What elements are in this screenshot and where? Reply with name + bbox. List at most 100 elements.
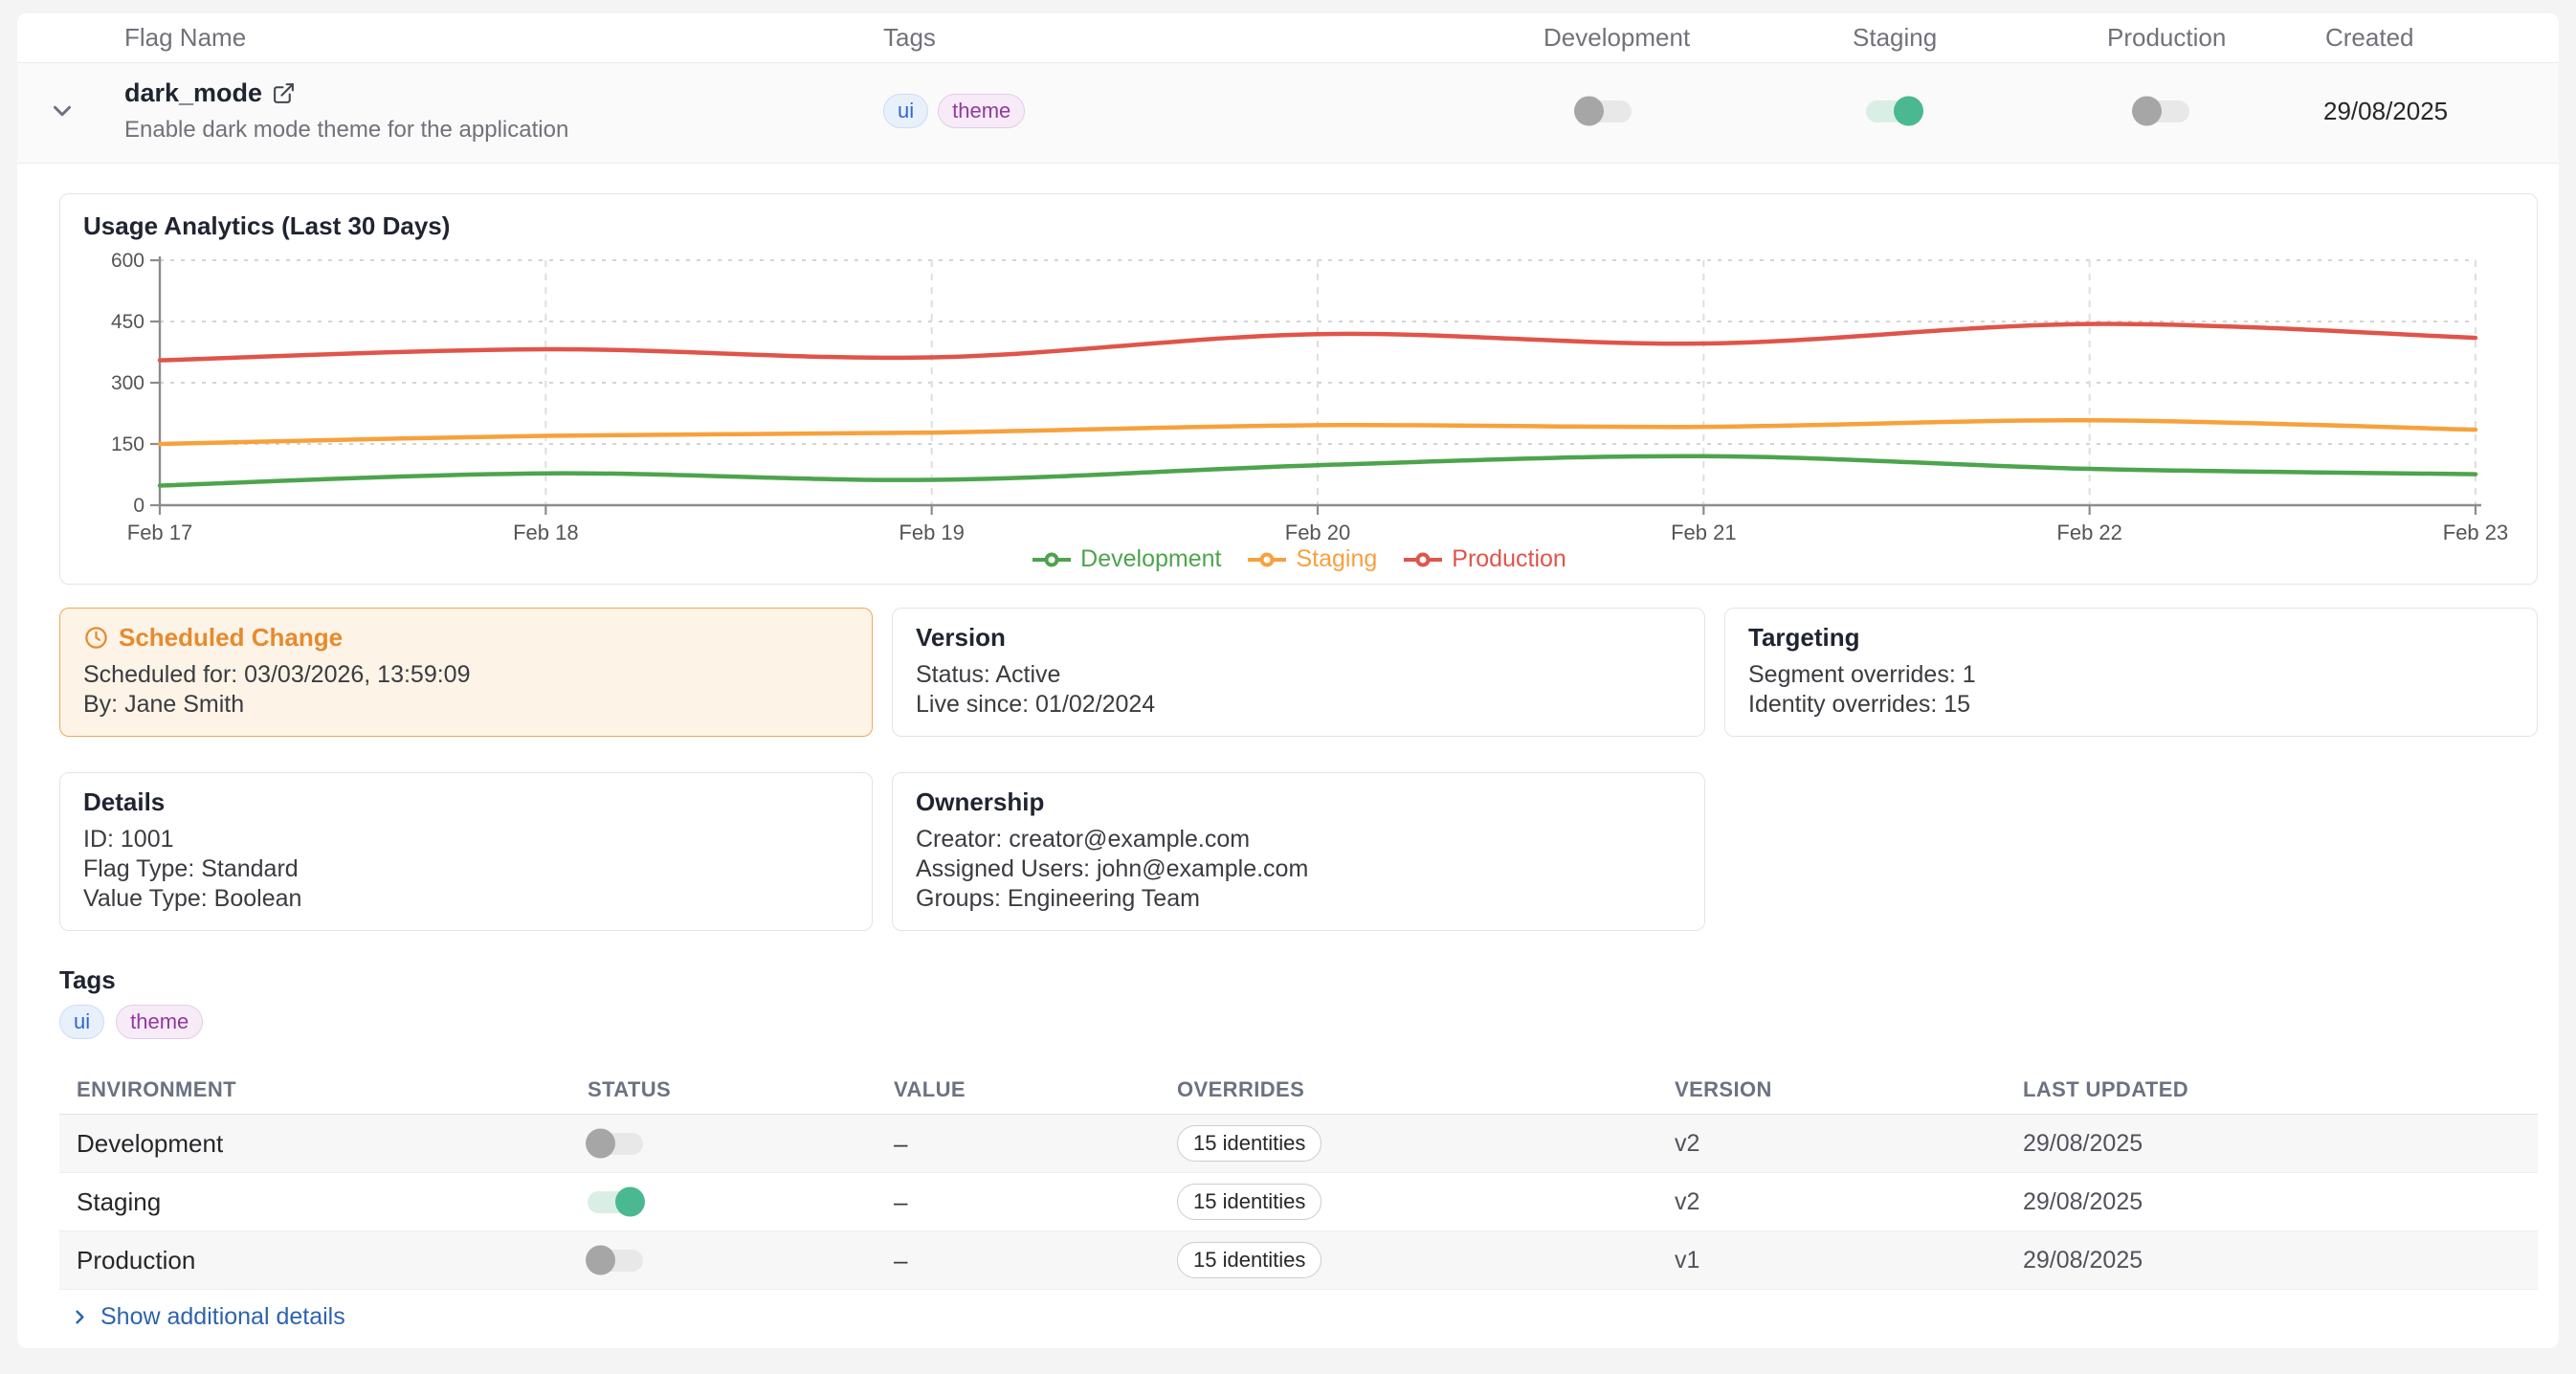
expanded-detail: Usage Analytics (Last 30 Days) 0 150 300 45…: [17, 164, 2559, 1348]
env-col-environment: ENVIRONMENT: [77, 1077, 588, 1102]
identity-overrides: Identity overrides: 15: [1748, 690, 2514, 720]
tag-ui[interactable]: ui: [59, 1005, 104, 1039]
tag-theme[interactable]: theme: [116, 1005, 203, 1039]
env-last-updated: 29/08/2025: [2023, 1247, 2538, 1274]
col-production: Production: [2090, 23, 2308, 53]
env-toggle-staging[interactable]: [588, 1191, 643, 1213]
env-col-last-updated: LAST UPDATED: [2023, 1077, 2538, 1102]
env-name: Production: [77, 1246, 588, 1275]
env-overrides-cell: 15 identities: [1177, 1242, 1675, 1278]
legend-marker-icon: [1402, 551, 1444, 568]
chart-title: Usage Analytics (Last 30 Days): [83, 211, 2514, 241]
svg-text:Feb 17: Feb 17: [127, 521, 193, 544]
flag-id: ID: 1001: [83, 825, 849, 854]
svg-text:600: 600: [111, 250, 144, 272]
toggle-knob: [1894, 97, 1923, 126]
col-tags: Tags: [866, 23, 1526, 53]
tag-theme[interactable]: theme: [938, 94, 1025, 128]
flag-row[interactable]: dark_mode Enable dark mode theme for the…: [17, 63, 2559, 164]
legend-item-development[interactable]: Development: [1031, 545, 1221, 573]
toggle-knob: [1574, 97, 1604, 126]
chevron-down-icon[interactable]: [48, 97, 77, 125]
environments-table: ENVIRONMENT STATUS VALUE OVERRIDES VERSI…: [59, 1074, 2538, 1290]
svg-text:Feb 21: Feb 21: [1671, 521, 1737, 544]
show-additional-details-link[interactable]: Show additional details: [69, 1303, 2538, 1348]
svg-text:Feb 19: Feb 19: [899, 521, 965, 544]
env-row-production: Production –15 identities v129/08/2025: [59, 1231, 2538, 1290]
svg-text:Feb 20: Feb 20: [1285, 521, 1351, 544]
col-development: Development: [1526, 23, 1835, 53]
svg-text:300: 300: [111, 372, 144, 394]
legend-item-staging[interactable]: Staging: [1246, 545, 1377, 573]
env-value: –: [894, 1187, 1177, 1217]
external-link-icon[interactable]: [272, 81, 296, 105]
clock-icon: [83, 625, 109, 651]
details-card-title: Details: [83, 787, 849, 817]
scheduled-by: By: Jane Smith: [83, 690, 849, 720]
env-status-cell: [588, 1191, 894, 1213]
env-toggle-production[interactable]: [588, 1250, 643, 1272]
flag-name: dark_mode: [124, 78, 262, 108]
environments-table-header: ENVIRONMENT STATUS VALUE OVERRIDES VERSI…: [59, 1074, 2538, 1115]
tags-list: uitheme: [59, 1005, 2538, 1039]
segment-overrides: Segment overrides: 1: [1748, 660, 2514, 690]
env-version: v2: [1675, 1130, 2023, 1158]
toggle-knob: [2132, 97, 2162, 126]
version-card: Version Status: Active Live since: 01/02…: [892, 608, 1705, 737]
env-status-cell: [588, 1133, 894, 1155]
identities-badge[interactable]: 15 identities: [1177, 1242, 1321, 1278]
env-col-status: STATUS: [588, 1077, 894, 1102]
flag-detail-panel: Flag Name Tags Development Staging Produ…: [17, 13, 2559, 1348]
tags-section-title: Tags: [59, 965, 2538, 995]
env-name: Development: [77, 1129, 588, 1159]
env-col-overrides: OVERRIDES: [1177, 1077, 1675, 1102]
toggle-knob: [615, 1187, 645, 1217]
flag-toggle-cell-staging: [1835, 100, 2090, 122]
value-type: Value Type: Boolean: [83, 884, 849, 914]
env-version: v2: [1675, 1188, 2023, 1216]
flag-type: Flag Type: Standard: [83, 854, 849, 884]
col-flag-name: Flag Name: [107, 23, 866, 53]
legend-item-production[interactable]: Production: [1402, 545, 1566, 573]
flag-toggle-staging[interactable]: [1866, 100, 1921, 122]
legend-label: Staging: [1296, 545, 1377, 573]
toggle-knob: [586, 1129, 615, 1159]
svg-text:Feb 22: Feb 22: [2056, 521, 2122, 544]
identities-badge[interactable]: 15 identities: [1177, 1184, 1321, 1220]
chart-legend: Development Staging Production: [83, 545, 2514, 573]
svg-text:0: 0: [133, 495, 144, 517]
usage-analytics-chart: 0150300450600Feb 17Feb 18Feb 19Feb 20Feb…: [83, 247, 2516, 545]
ownership-card-title: Ownership: [916, 787, 1681, 817]
identities-badge[interactable]: 15 identities: [1177, 1125, 1321, 1162]
env-row-development: Development–15 identitiesv229/08/2025: [59, 1115, 2538, 1173]
usage-analytics-card: Usage Analytics (Last 30 Days) 0 150 300 45…: [59, 193, 2538, 585]
svg-text:150: 150: [111, 433, 144, 455]
tags-section: Tags uitheme: [59, 965, 2538, 1039]
details-card: Details ID: 1001 Flag Type: Standard Val…: [59, 772, 873, 931]
targeting-card: Targeting Segment overrides: 1 Identity …: [1724, 608, 2538, 737]
flag-toggle-cell-production: [2090, 100, 2308, 122]
flag-created-date: 29/08/2025: [2308, 97, 2559, 126]
toggle-knob: [586, 1246, 615, 1275]
svg-text:Feb 23: Feb 23: [2443, 521, 2509, 544]
flag-toggle-development[interactable]: [1576, 100, 1632, 122]
env-value: –: [894, 1246, 1177, 1275]
creator: Creator: creator@example.com: [916, 825, 1681, 854]
scheduled-for: Scheduled for: 03/03/2026, 13:59:09: [83, 660, 849, 690]
env-status-cell: [588, 1250, 894, 1272]
groups: Groups: Engineering Team: [916, 884, 1681, 914]
version-live-since: Live since: 01/02/2024: [916, 690, 1681, 720]
assigned-users: Assigned Users: john@example.com: [916, 854, 1681, 884]
env-name: Staging: [77, 1187, 588, 1217]
env-value: –: [894, 1129, 1177, 1159]
env-toggle-development[interactable]: [588, 1133, 643, 1155]
targeting-card-title: Targeting: [1748, 623, 2514, 653]
tag-ui[interactable]: ui: [883, 94, 928, 128]
env-version: v1: [1675, 1247, 2023, 1274]
flag-description: Enable dark mode theme for the applicati…: [124, 117, 866, 144]
ownership-card: Ownership Creator: creator@example.com A…: [892, 772, 1705, 931]
flag-toggle-production[interactable]: [2134, 100, 2189, 122]
col-created: Created: [2308, 23, 2559, 53]
env-last-updated: 29/08/2025: [2023, 1188, 2538, 1216]
svg-text:450: 450: [111, 311, 144, 333]
